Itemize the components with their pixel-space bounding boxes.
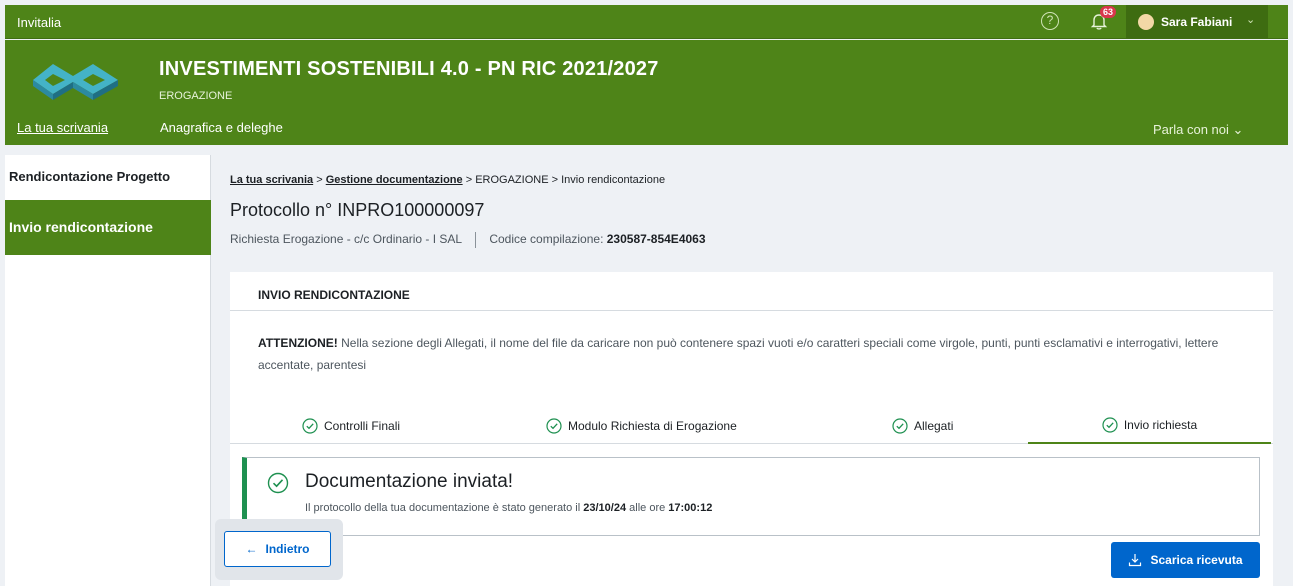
protocol-meta: Richiesta Erogazione - c/c Ordinario - I…: [230, 232, 706, 248]
tab-modulo-richiesta[interactable]: Modulo Richiesta di Erogazione: [546, 408, 737, 443]
chevron-down-icon: ⌄: [1246, 14, 1256, 26]
breadcrumb-item-current: Invio rendicontazione: [561, 174, 666, 186]
nav-link-registry[interactable]: Anagrafica e deleghe: [160, 120, 283, 135]
brand-name[interactable]: Invitalia: [17, 15, 61, 30]
user-menu[interactable]: Sara Fabiani ⌄: [1126, 5, 1268, 39]
tab-invio-richiesta[interactable]: Invio richiesta: [1028, 408, 1271, 444]
code-value: 230587-854E4063: [606, 232, 706, 247]
nav-chat-label: Parla con noi: [1153, 122, 1229, 137]
page-title: INVESTIMENTI SOSTENIBILI 4.0 - PN RIC 20…: [159, 58, 659, 80]
user-name: Sara Fabiani: [1161, 15, 1233, 29]
check-circle-icon: [302, 417, 318, 434]
avatar-icon: [1138, 14, 1154, 30]
sidebar: Rendicontazione Progetto Invio rendicont…: [5, 155, 211, 586]
check-circle-icon: [1102, 417, 1118, 433]
divider: [475, 232, 476, 248]
check-circle-icon: [546, 417, 562, 434]
arrow-left-icon: ←: [245, 542, 258, 556]
tab-label: Invio richiesta: [1123, 418, 1198, 432]
tab-controlli-finali[interactable]: Controlli Finali: [302, 408, 400, 443]
warning-text: Nella sezione degli Allegati, il nome de…: [258, 336, 1219, 372]
back-button[interactable]: ← Indietro: [224, 531, 331, 567]
success-text-middle: alle ore: [629, 502, 666, 514]
tab-label: Allegati: [914, 418, 954, 433]
breadcrumb-item-erogazione: EROGAZIONE: [475, 174, 549, 186]
breadcrumb-link-desk[interactable]: La tua scrivania: [230, 174, 313, 186]
breadcrumb: La tua scrivania > Gestione documentazio…: [230, 174, 665, 186]
request-type: Richiesta Erogazione - c/c Ordinario - I…: [230, 232, 462, 247]
sidebar-item-invio[interactable]: Invio rendicontazione: [5, 200, 211, 255]
check-circle-icon: [892, 417, 908, 434]
card-heading: INVIO RENDICONTAZIONE: [230, 272, 1273, 311]
sidebar-item-rendicontazione[interactable]: Rendicontazione Progetto: [5, 155, 211, 200]
protocol-title: Protocollo n° INPRO100000097: [230, 200, 485, 220]
tab-label: Modulo Richiesta di Erogazione: [568, 418, 737, 433]
tab-allegati[interactable]: Allegati: [892, 408, 953, 443]
check-circle-icon: [267, 472, 289, 494]
download-icon: [1129, 554, 1142, 567]
breadcrumb-separator: >: [551, 174, 559, 186]
app-header: INVESTIMENTI SOSTENIBILI 4.0 - PN RIC 20…: [5, 40, 1288, 145]
tab-label: Controlli Finali: [324, 418, 401, 433]
download-receipt-button[interactable]: Scarica ricevuta: [1111, 542, 1260, 578]
success-text: Il protocollo della tua documentazione è…: [305, 502, 712, 514]
download-button-label: Scarica ricevuta: [1150, 553, 1243, 567]
success-alert: Documentazione inviata! Il protocollo de…: [242, 457, 1260, 536]
back-button-label: Indietro: [265, 542, 310, 556]
success-title: Documentazione inviata!: [305, 471, 514, 492]
nav-link-desk[interactable]: La tua scrivania: [17, 120, 108, 135]
logo-icon: [33, 64, 118, 100]
help-icon[interactable]: ?: [1041, 12, 1059, 30]
nav-chat-menu[interactable]: Parla con noi ⌄: [1153, 122, 1243, 138]
code-label: Codice compilazione:: [489, 232, 604, 247]
chevron-down-icon: ⌄: [1232, 122, 1244, 137]
main-card: INVIO RENDICONTAZIONE ATTENZIONE! Nella …: [230, 272, 1273, 586]
notification-badge: 63: [1100, 6, 1117, 18]
breadcrumb-separator: >: [316, 174, 323, 186]
success-date: 23/10/24: [583, 502, 627, 514]
step-tabs: Controlli Finali Modulo Richiesta di Ero…: [230, 408, 1273, 444]
warning-label: ATTENZIONE!: [258, 336, 338, 350]
warning-message: ATTENZIONE! Nella sezione degli Allegati…: [258, 332, 1268, 376]
top-bar: Invitalia ? 63 Sara Fabiani ⌄: [5, 5, 1288, 39]
success-text-prefix: Il protocollo della tua documentazione è…: [305, 502, 581, 514]
success-time: 17:00:12: [668, 502, 713, 514]
page-subtitle: EROGAZIONE: [159, 90, 233, 102]
breadcrumb-separator: >: [465, 174, 473, 186]
breadcrumb-link-docs[interactable]: Gestione documentazione: [326, 174, 463, 186]
